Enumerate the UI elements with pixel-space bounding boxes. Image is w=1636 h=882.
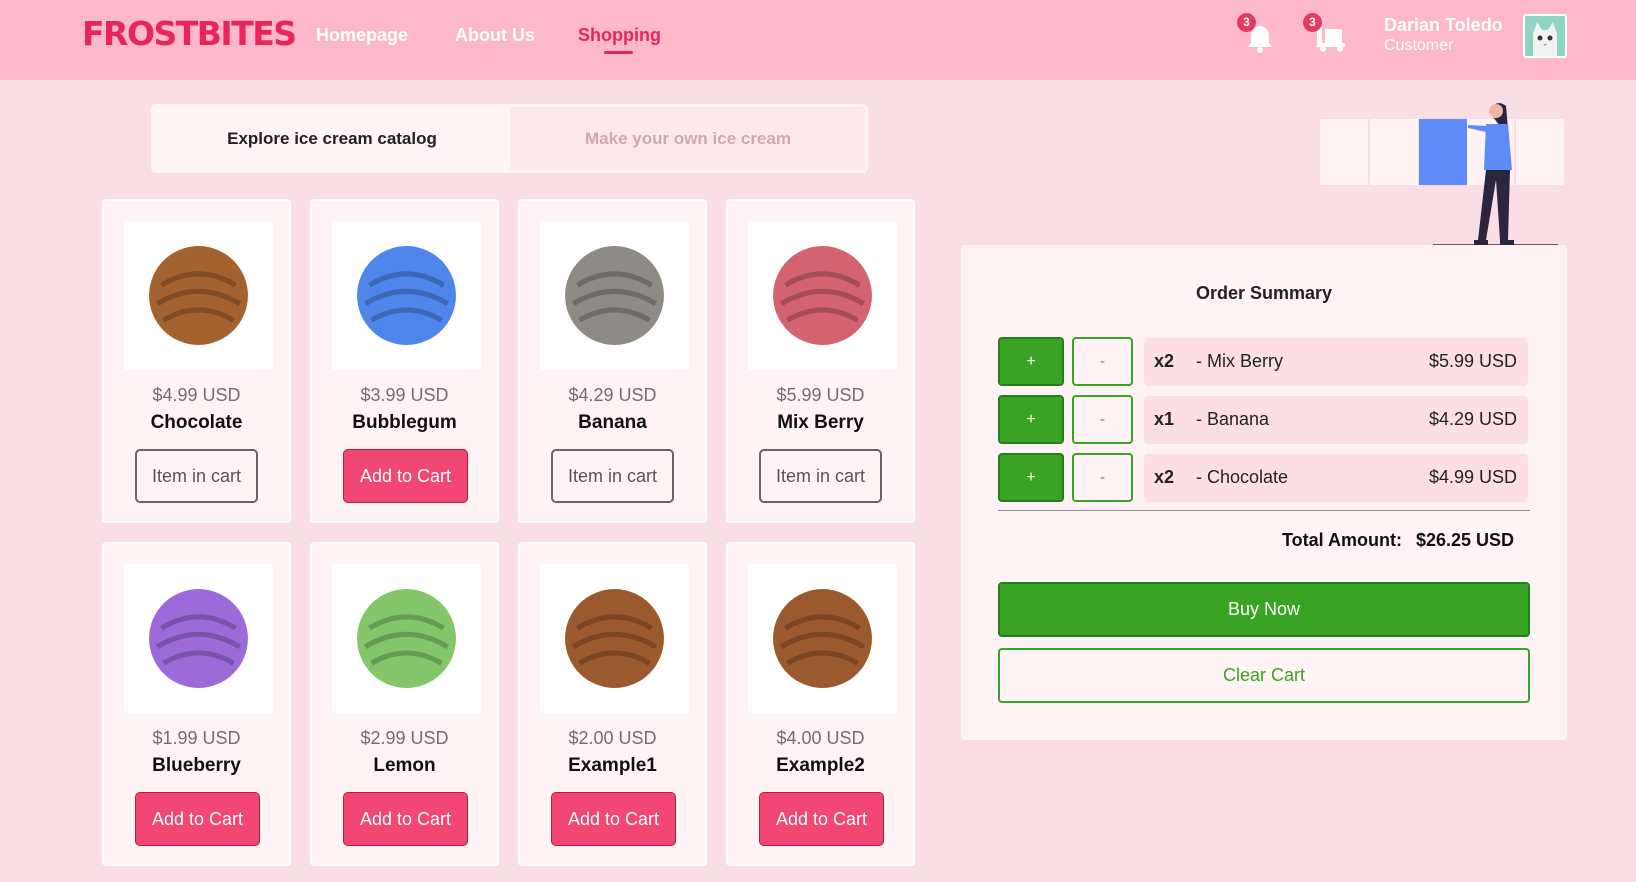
- product-name: Blueberry: [152, 755, 241, 776]
- item-in-cart-button[interactable]: Item in cart: [135, 449, 258, 503]
- product-image: [748, 221, 897, 370]
- item-in-cart-button[interactable]: Item in cart: [551, 449, 674, 503]
- order-summary-title: Order Summary: [1195, 283, 1333, 303]
- add-to-cart-button[interactable]: Add to Cart: [759, 792, 884, 846]
- product-price: $1.99 USD: [152, 728, 241, 748]
- product-name: Example2: [776, 755, 865, 776]
- product-card: $1.99 USD Blueberry Add to Cart: [102, 542, 291, 866]
- product-card: $4.00 USD Example2 Add to Cart: [726, 542, 915, 866]
- product-image: [124, 221, 273, 370]
- cart-badge: 3: [1303, 13, 1322, 32]
- product-name: Mix Berry: [777, 412, 864, 433]
- product-price: $5.99 USD: [776, 385, 865, 405]
- clear-cart-button[interactable]: Clear Cart: [998, 648, 1530, 703]
- active-nav-indicator: [604, 51, 633, 54]
- add-to-cart-button[interactable]: Add to Cart: [343, 792, 468, 846]
- increase-quantity-button[interactable]: +: [998, 337, 1064, 386]
- decrease-quantity-button[interactable]: -: [1072, 395, 1133, 444]
- order-line-price: $4.29 USD: [1428, 409, 1517, 429]
- product-card: $4.99 USD Chocolate Item in cart: [102, 199, 291, 523]
- product-name: Banana: [578, 412, 647, 433]
- product-card: $4.29 USD Banana Item in cart: [518, 199, 707, 523]
- ice-cream-scoop-icon: [357, 246, 456, 345]
- avatar[interactable]: [1523, 14, 1567, 58]
- ice-cream-scoop-icon: [357, 589, 456, 688]
- product-card: $2.99 USD Lemon Add to Cart: [310, 542, 499, 866]
- product-image: [332, 564, 481, 713]
- product-price: $4.29 USD: [568, 385, 657, 405]
- total-amount-label: Total Amount:: [1282, 530, 1402, 550]
- product-image: [748, 564, 897, 713]
- product-price: $2.00 USD: [568, 728, 657, 748]
- top-navbar: FROSTBITES Homepage About Us Shopping 3 …: [0, 0, 1636, 80]
- order-line-item: x2 - Mix Berry $5.99 USD: [1144, 338, 1528, 386]
- nav-shopping[interactable]: Shopping: [578, 25, 661, 46]
- product-price: $2.99 USD: [360, 728, 449, 748]
- catalog-tabs: Explore ice cream catalog Make your own …: [151, 104, 868, 173]
- product-name: Bubblegum: [352, 412, 457, 433]
- product-card: $3.99 USD Bubblegum Add to Cart: [310, 199, 499, 523]
- order-line-qty: x2: [1154, 351, 1175, 371]
- product-image: [124, 564, 273, 713]
- order-line-price: $5.99 USD: [1428, 351, 1517, 371]
- product-price: $3.99 USD: [360, 385, 449, 405]
- tab-explore-catalog[interactable]: Explore ice cream catalog: [154, 107, 510, 170]
- order-line-name: - Banana: [1196, 409, 1270, 429]
- decrease-quantity-button[interactable]: -: [1072, 337, 1133, 386]
- order-summary-panel: Order Summary + - x2 - Mix Berry $5.99 U…: [961, 245, 1567, 740]
- ice-cream-scoop-icon: [565, 246, 664, 345]
- product-name: Chocolate: [150, 412, 243, 433]
- tab-make-your-own[interactable]: Make your own ice cream: [510, 107, 865, 170]
- brand-logo[interactable]: FROSTBITES: [82, 14, 297, 53]
- decrease-quantity-button[interactable]: -: [1072, 453, 1133, 502]
- total-amount-value: $26.25 USD: [1416, 530, 1515, 550]
- product-image: [540, 564, 689, 713]
- add-to-cart-button[interactable]: Add to Cart: [135, 792, 260, 846]
- add-to-cart-button[interactable]: Add to Cart: [551, 792, 676, 846]
- ice-cream-scoop-icon: [149, 589, 248, 688]
- order-line-item: x2 - Chocolate $4.99 USD: [1144, 454, 1528, 502]
- order-line-qty: x1: [1154, 409, 1175, 429]
- product-name: Example1: [568, 755, 657, 776]
- ice-cream-scoop-icon: [773, 589, 872, 688]
- summary-divider: [998, 510, 1530, 511]
- product-name: Lemon: [373, 755, 436, 776]
- increase-quantity-button[interactable]: +: [998, 395, 1064, 444]
- product-price: $4.00 USD: [776, 728, 865, 748]
- product-image: [540, 221, 689, 370]
- product-image: [332, 221, 481, 370]
- ice-cream-scoop-icon: [565, 589, 664, 688]
- user-name: Darian Toledo: [1384, 15, 1503, 35]
- item-in-cart-button[interactable]: Item in cart: [759, 449, 882, 503]
- product-price: $4.99 USD: [152, 385, 241, 405]
- product-card: $2.00 USD Example1 Add to Cart: [518, 542, 707, 866]
- order-line-name: - Mix Berry: [1196, 351, 1283, 371]
- order-line-price: $4.99 USD: [1428, 467, 1517, 487]
- order-line-item: x1 - Banana $4.29 USD: [1144, 396, 1528, 444]
- product-card: $5.99 USD Mix Berry Item in cart: [726, 199, 915, 523]
- nav-about-us[interactable]: About Us: [455, 25, 535, 46]
- increase-quantity-button[interactable]: +: [998, 453, 1064, 502]
- add-to-cart-button[interactable]: Add to Cart: [343, 449, 468, 503]
- buy-now-button[interactable]: Buy Now: [998, 582, 1530, 637]
- nav-homepage[interactable]: Homepage: [316, 25, 408, 46]
- ice-cream-scoop-icon: [149, 246, 248, 345]
- user-role: Customer: [1384, 37, 1454, 54]
- order-line-qty: x2: [1154, 467, 1175, 487]
- notification-badge: 3: [1237, 13, 1256, 32]
- shopping-illustration: [1320, 103, 1564, 246]
- order-line-name: - Chocolate: [1196, 467, 1289, 487]
- ice-cream-scoop-icon: [773, 246, 872, 345]
